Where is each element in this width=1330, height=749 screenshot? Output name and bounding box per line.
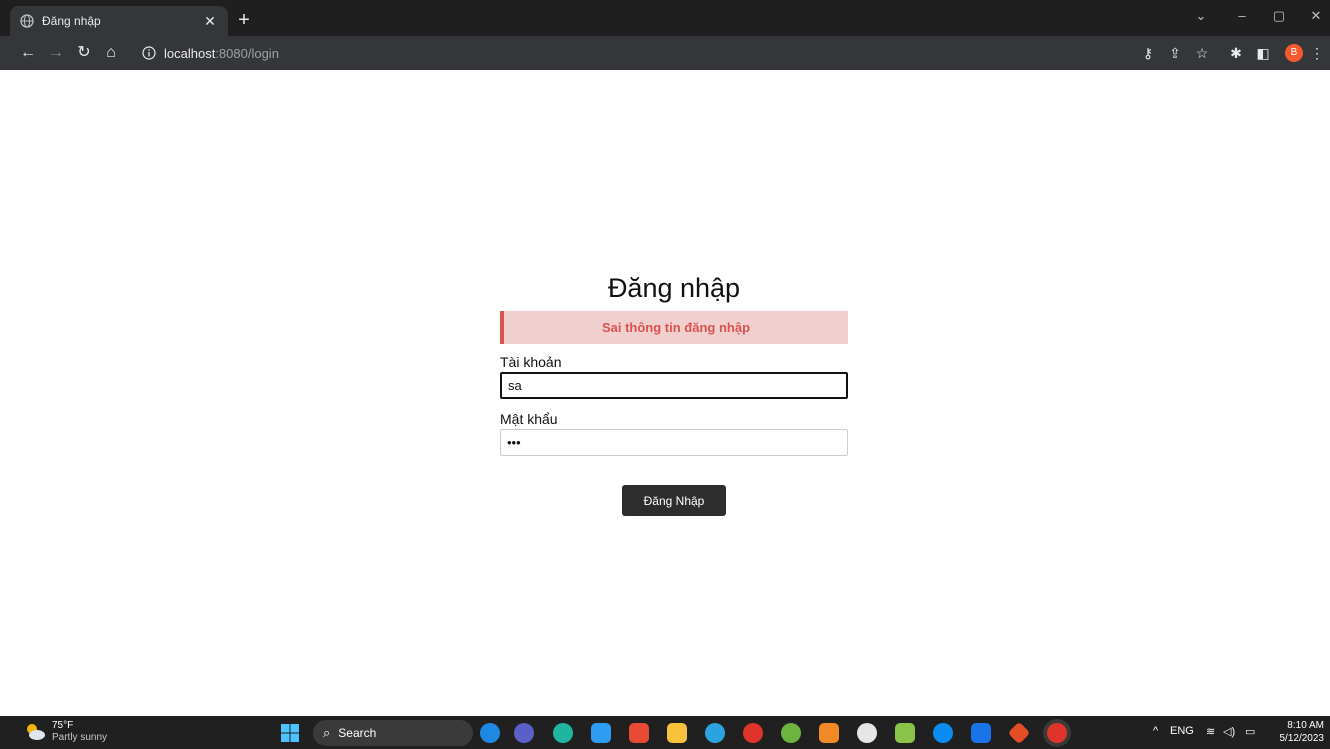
tab-search-chevron-icon[interactable]: ⌄ xyxy=(1191,8,1211,24)
reload-icon[interactable]: ↻ xyxy=(74,43,94,63)
key-icon[interactable]: ⚷ xyxy=(1140,45,1156,61)
extensions-icon[interactable]: ✱ xyxy=(1228,45,1244,61)
back-arrow-icon[interactable]: ← xyxy=(18,43,38,63)
temperature: 75°F xyxy=(52,720,74,731)
share-icon[interactable]: ⇪ xyxy=(1167,45,1183,61)
store-icon[interactable] xyxy=(629,723,649,743)
new-tab-icon[interactable]: + xyxy=(234,10,254,30)
edge-icon[interactable] xyxy=(553,723,573,743)
file-explorer-icon[interactable] xyxy=(667,723,687,743)
wifi-icon[interactable]: ≋ xyxy=(1206,725,1215,738)
chevron-up-icon[interactable]: ^ xyxy=(1153,725,1158,737)
partly-sunny-icon xyxy=(27,724,45,740)
app-doc-icon[interactable] xyxy=(971,723,991,743)
browser-toolbar: ← → ↻ ⌂ localhost:8080/login ⚷ ⇪ ☆ ✱ ◧ B… xyxy=(0,36,1330,70)
forward-arrow-icon[interactable]: → xyxy=(46,43,66,63)
password-input[interactable] xyxy=(500,429,848,456)
volume-icon[interactable]: ◁) xyxy=(1223,725,1235,738)
teams-meet-icon[interactable] xyxy=(514,723,534,743)
battery-icon[interactable]: ▭ xyxy=(1245,725,1255,738)
profile-avatar[interactable]: B xyxy=(1285,44,1303,62)
login-button[interactable]: Đăng Nhập xyxy=(622,485,726,516)
home-icon[interactable]: ⌂ xyxy=(101,43,121,63)
close-window-icon[interactable]: ✕ xyxy=(1306,8,1326,24)
clock-date: 5/12/2023 xyxy=(1279,733,1325,744)
close-tab-icon[interactable]: ✕ xyxy=(202,13,218,30)
tab-title: Đăng nhập xyxy=(42,14,101,28)
spring-tool-icon[interactable] xyxy=(781,723,801,743)
tab-strip: Đăng nhập ✕ + ⌄ – ▢ ✕ xyxy=(0,0,1330,36)
chrome-icon[interactable] xyxy=(743,723,763,743)
git-icon[interactable] xyxy=(1007,721,1031,745)
page-title: Đăng nhập xyxy=(607,273,741,303)
app-c-icon[interactable] xyxy=(819,723,839,743)
taskbar-search[interactable]: ⌕ Search xyxy=(313,720,473,746)
taskbar: 75°F Partly sunny ⌕ Search ^ ENG ≋ ◁) ▭ … xyxy=(0,716,1330,749)
side-panel-icon[interactable]: ◧ xyxy=(1255,45,1271,61)
language-indicator[interactable]: ENG xyxy=(1170,725,1194,737)
weather-widget[interactable]: 75°F Partly sunny xyxy=(24,720,107,744)
weather-condition: Partly sunny xyxy=(52,732,108,743)
app-x-icon[interactable] xyxy=(895,723,915,743)
url-path: :8080/login xyxy=(215,45,279,61)
system-clock[interactable]: 8:10 AM 5/12/2023 xyxy=(1270,719,1325,745)
zalo-icon[interactable] xyxy=(933,723,953,743)
password-label: Mật khẩu xyxy=(500,411,558,427)
chrome-active-icon[interactable] xyxy=(1047,723,1067,743)
bing-icon[interactable] xyxy=(480,723,500,743)
info-icon[interactable] xyxy=(142,46,156,60)
tab-login[interactable]: Đăng nhập ✕ xyxy=(10,6,228,36)
address-bar[interactable]: localhost:8080/login xyxy=(132,40,1132,66)
clock-time: 8:10 AM xyxy=(1287,720,1324,731)
username-input[interactable] xyxy=(500,372,848,399)
menu-icon[interactable]: ⋮ xyxy=(1309,45,1325,61)
globe-icon xyxy=(20,14,34,28)
login-form: Đăng nhập Sai thông tin đăng nhập Tài kh… xyxy=(500,270,848,516)
restore-icon[interactable]: ▢ xyxy=(1269,8,1289,24)
browser-chrome: Đăng nhập ✕ + ⌄ – ▢ ✕ ← → ↻ ⌂ localhost:… xyxy=(0,0,1330,70)
error-alert: Sai thông tin đăng nhập xyxy=(500,311,848,344)
search-icon: ⌕ xyxy=(323,725,331,740)
mail-icon[interactable] xyxy=(591,723,611,743)
minimize-icon[interactable]: – xyxy=(1232,8,1252,23)
app-cycle-icon[interactable] xyxy=(857,723,877,743)
search-label: Search xyxy=(338,726,377,740)
windows-start-icon[interactable] xyxy=(281,724,299,742)
url-host: localhost xyxy=(164,45,216,61)
username-label: Tài khoản xyxy=(500,354,562,370)
star-icon[interactable]: ☆ xyxy=(1194,45,1210,61)
page-content: Đăng nhập Sai thông tin đăng nhập Tài kh… xyxy=(0,70,1330,716)
telegram-icon[interactable] xyxy=(705,723,725,743)
